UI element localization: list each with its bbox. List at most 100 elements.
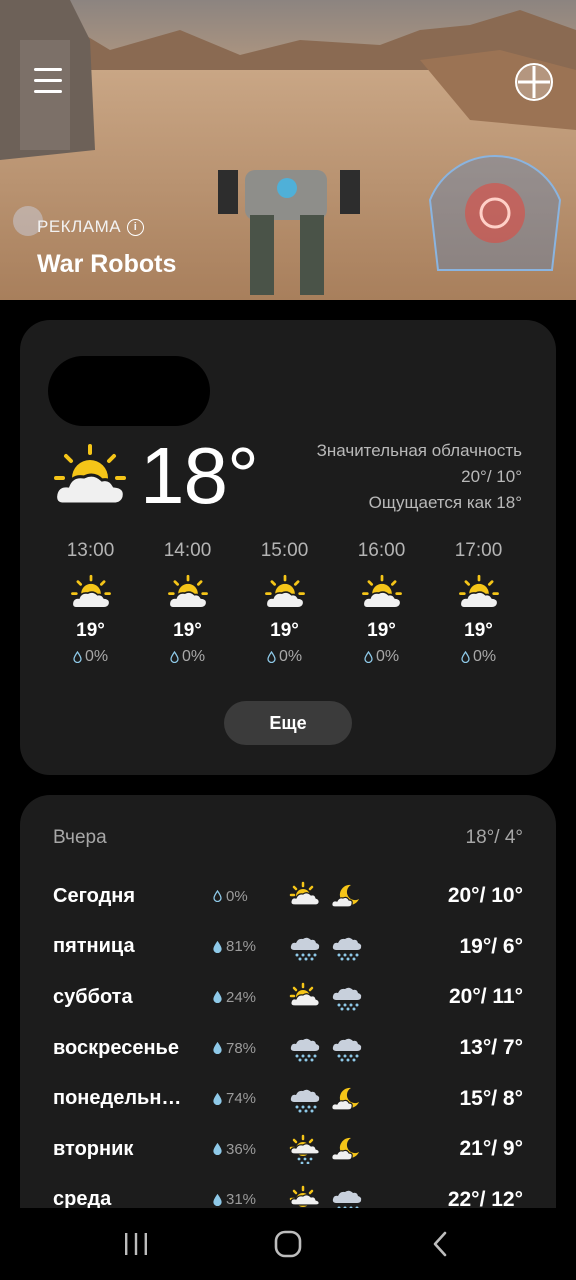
info-icon[interactable]: i	[127, 218, 145, 236]
drop-icon	[461, 651, 470, 663]
daily-row[interactable]: пятница 81% 19°/ 6°	[53, 922, 523, 973]
yesterday-range: 18°/ 4°	[465, 827, 523, 848]
home-icon	[274, 1230, 302, 1258]
drop-icon	[364, 651, 373, 663]
recent-apps-icon	[125, 1233, 147, 1255]
drop-icon	[213, 991, 222, 1004]
day-range: 13°/ 7°	[459, 1036, 523, 1060]
yesterday-label: Вчера	[53, 827, 107, 848]
hour-precip-value: 0%	[472, 648, 497, 665]
hour-temp: 19°	[270, 620, 299, 641]
feels-like: Ощущается как 18°	[368, 493, 522, 512]
more-button[interactable]: Еще	[224, 701, 352, 745]
cloudy-moon-icon	[331, 1138, 359, 1161]
current-hi-lo: 20°/ 10°	[461, 467, 522, 486]
day-icons	[289, 1033, 379, 1063]
home-button[interactable]	[258, 1214, 318, 1274]
day-precip: 81%	[213, 938, 289, 955]
partly-cloudy-sun-icon	[458, 574, 499, 609]
day-precip: 36%	[213, 1141, 289, 1158]
daily-row[interactable]: понедельн… 74% 15°/ 8°	[53, 1073, 523, 1124]
cloudy-moon-icon	[331, 885, 359, 908]
day-icons	[289, 1084, 379, 1114]
daily-row[interactable]: суббота 24% 20°/ 11°	[53, 972, 523, 1023]
hourly-item: 17:00 19° 0%	[430, 540, 527, 666]
hour-temp: 19°	[76, 620, 105, 641]
back-button[interactable]	[410, 1214, 470, 1274]
day-icons	[289, 982, 379, 1012]
rain-cloud-icon	[290, 1089, 320, 1113]
day-precip-value: 24%	[226, 988, 257, 1006]
partly-cloudy-sun-icon	[361, 574, 402, 609]
location-redacted	[48, 356, 210, 426]
day-name: вторник	[53, 1137, 134, 1160]
daily-row[interactable]: вторник 36% 21°/ 9°	[53, 1124, 523, 1175]
day-range: 19°/ 6°	[459, 934, 523, 958]
sun-rain-cloud-icon	[289, 1135, 320, 1165]
ad-banner[interactable]: РЕКЛАМА i War Robots	[0, 0, 576, 300]
day-icons	[289, 1134, 379, 1165]
current-details: Значительная облачность 20°/ 10° Ощущает…	[317, 438, 522, 516]
hourly-item: 15:00 19° 0%	[236, 540, 333, 666]
hour-temp: 19°	[367, 620, 396, 641]
hourly-item: 14:00 19° 0%	[139, 540, 236, 666]
partly-cloudy-sun-icon	[54, 444, 126, 506]
drop-icon	[267, 651, 276, 663]
rain-cloud-icon	[332, 988, 362, 1011]
hour-precip: 0%	[333, 648, 430, 666]
rain-cloud-icon	[290, 937, 320, 961]
daily-row[interactable]: Сегодня 0% 20°/ 10°	[53, 871, 523, 922]
hour-time: 14:00	[163, 540, 212, 561]
day-precip: 74%	[213, 1090, 289, 1107]
hour-temp: 19°	[464, 620, 493, 641]
system-nav-bar	[0, 1208, 576, 1280]
daily-list: Сегодня 0% 20°/ 10° пятница 81% 19°/ 6° суббот…	[53, 871, 523, 1225]
day-precip-value: 74%	[226, 1090, 257, 1108]
day-name: понедельн…	[53, 1087, 182, 1110]
partly-cloudy-sun-icon	[289, 882, 320, 906]
day-precip-value: 36%	[226, 1140, 257, 1158]
hour-precip: 0%	[42, 648, 139, 666]
day-precip: 78%	[213, 1040, 289, 1057]
ad-menu-button[interactable]	[34, 68, 62, 94]
cloudy-moon-icon	[331, 1087, 359, 1111]
crosshair-icon[interactable]	[512, 60, 556, 104]
partly-cloudy-sun-icon	[70, 574, 111, 609]
day-precip-value: 31%	[226, 1191, 257, 1209]
day-precip: 24%	[213, 989, 289, 1006]
ad-title: War Robots	[37, 250, 177, 278]
recent-apps-button[interactable]	[106, 1214, 166, 1274]
day-precip: 0%	[213, 888, 289, 905]
yesterday-row: Вчера 18°/ 4°	[53, 827, 523, 849]
rain-cloud-icon	[290, 1038, 320, 1062]
hour-precip-value: 0%	[375, 648, 400, 665]
daily-forecast-card[interactable]: Вчера 18°/ 4° Сегодня 0% 20°/ 10° пятница 81…	[20, 795, 556, 1235]
hour-time: 16:00	[357, 540, 406, 561]
hour-time: 17:00	[454, 540, 503, 561]
hour-temp: 19°	[173, 620, 202, 641]
hour-time: 15:00	[260, 540, 309, 561]
hour-precip-value: 0%	[181, 648, 206, 665]
drop-icon	[170, 651, 179, 663]
drop-icon	[213, 1143, 222, 1156]
back-icon	[433, 1231, 447, 1257]
hour-precip-value: 0%	[84, 648, 109, 665]
daily-row[interactable]: воскресенье 78% 13°/ 7°	[53, 1023, 523, 1074]
partly-cloudy-sun-icon	[289, 983, 320, 1008]
day-precip-value: 81%	[226, 938, 257, 956]
day-range: 21°/ 9°	[459, 1137, 523, 1161]
ad-label-text: РЕКЛАМА	[37, 217, 122, 236]
hour-time: 13:00	[66, 540, 115, 561]
hourly-forecast[interactable]: 13:00 19° 0% 14:00 19° 0% 15:00 19° 0% 1…	[42, 540, 534, 666]
day-name: Сегодня	[53, 884, 136, 907]
drop-icon	[213, 890, 222, 903]
day-range: 20°/ 10°	[447, 884, 523, 908]
day-range: 15°/ 8°	[459, 1086, 523, 1110]
drop-icon	[213, 1193, 222, 1206]
drop-icon	[73, 651, 82, 663]
day-icons	[289, 932, 379, 962]
day-precip: 31%	[213, 1191, 289, 1208]
day-precip-value: 78%	[226, 1039, 257, 1057]
current-temperature: 18°	[140, 431, 259, 520]
current-weather-card[interactable]: 18° Значительная облачность 20°/ 10° Ощу…	[20, 320, 556, 775]
